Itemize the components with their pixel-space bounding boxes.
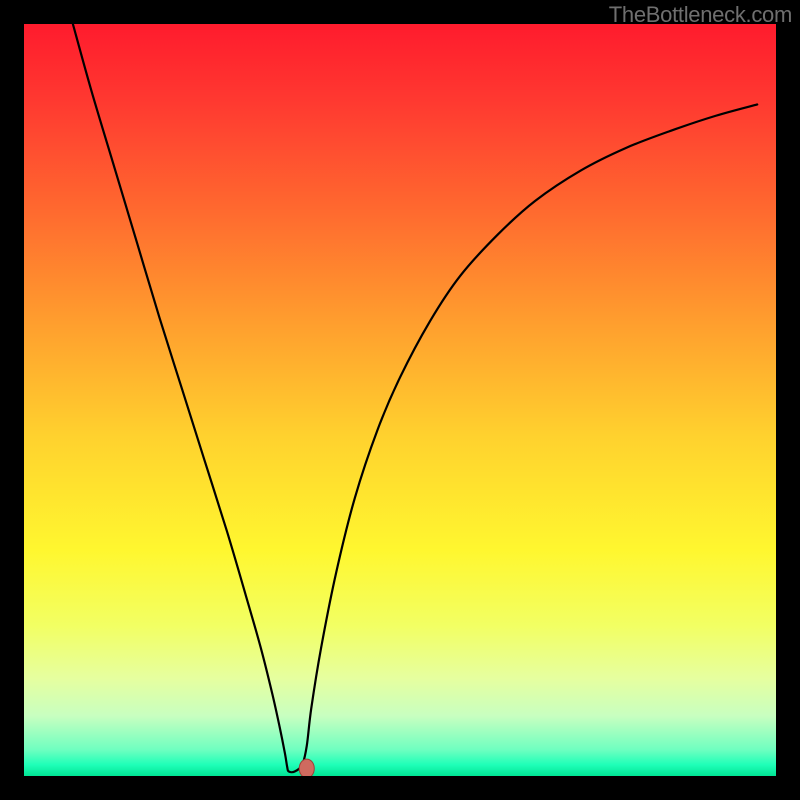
- optimum-marker: [299, 759, 314, 778]
- chart-background: [24, 24, 776, 776]
- chart-container: TheBottleneck.com: [0, 0, 800, 800]
- chart-svg: [0, 0, 800, 800]
- chart-frame: [776, 0, 800, 800]
- chart-frame: [0, 0, 24, 800]
- watermark-text: TheBottleneck.com: [609, 2, 792, 28]
- chart-frame: [0, 776, 800, 800]
